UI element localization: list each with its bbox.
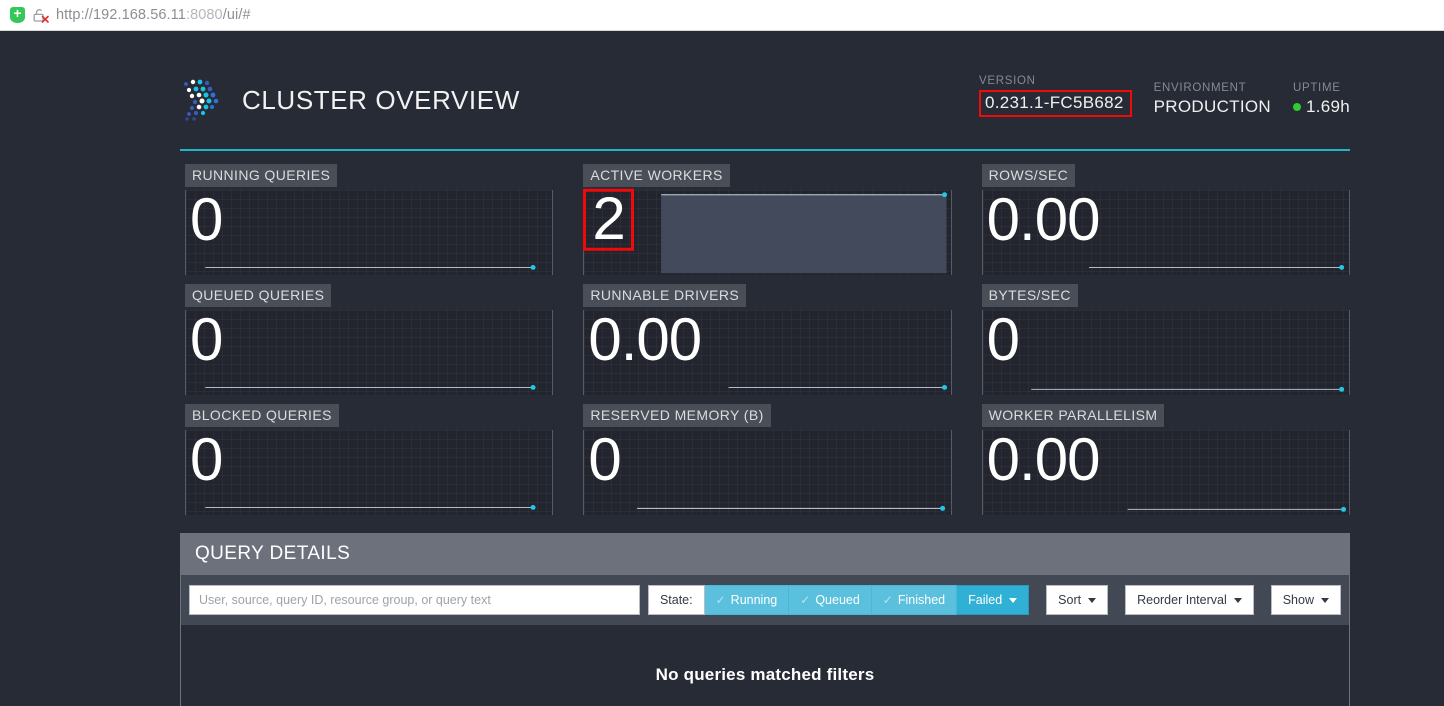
query-details-toolbar: State: ✓ Running ✓ Queued ✓ Finished Fa bbox=[181, 575, 1349, 625]
metric-card-blocked-queries: BLOCKED QUERIES 0 bbox=[180, 401, 554, 521]
state-filter-queued[interactable]: ✓ Queued bbox=[789, 585, 872, 615]
metric-chart-area bbox=[583, 430, 952, 515]
state-filter-failed-label: Failed bbox=[968, 593, 1003, 607]
sparkline-active-workers bbox=[584, 190, 951, 275]
url-port: :8080 bbox=[185, 7, 223, 23]
metric-value: 0 bbox=[190, 425, 223, 493]
metric-value: 0 bbox=[588, 425, 621, 493]
chevron-down-icon bbox=[1321, 598, 1329, 603]
state-filter-group: State: ✓ Running ✓ Queued ✓ Finished Fai… bbox=[647, 585, 1030, 615]
metric-label: WORKER PARALLELISM bbox=[981, 404, 1165, 427]
metric-value: 0 bbox=[190, 305, 223, 373]
content-container: CLUSTER OVERVIEW VERSION 0.231.1-FC5B682… bbox=[180, 31, 1350, 706]
show-dropdown-label: Show bbox=[1282, 593, 1314, 607]
sparkline-blocked-queries bbox=[186, 430, 553, 515]
metric-chart-area bbox=[981, 310, 1350, 395]
reorder-interval-dropdown[interactable]: Reorder Interval bbox=[1125, 585, 1254, 615]
metric-label: RUNNABLE DRIVERS bbox=[583, 284, 747, 307]
state-filter-running-label: Running bbox=[730, 593, 778, 607]
sparkline-bytes-sec bbox=[982, 310, 1349, 395]
shield-plus-icon[interactable] bbox=[10, 5, 25, 23]
metrics-grid: RUNNING QUERIES 0 ACTIVE WORKERS 2 ROWS/… bbox=[180, 151, 1350, 521]
url-text[interactable]: http://192.168.56.11:8080/ui/# bbox=[56, 7, 251, 23]
chevron-down-icon bbox=[1009, 598, 1018, 603]
browser-url-bar: http://192.168.56.11:8080/ui/# bbox=[0, 0, 1444, 31]
metric-card-runnable-drivers: RUNNABLE DRIVERS 0.00 bbox=[578, 281, 952, 401]
metric-label: BYTES/SEC bbox=[981, 284, 1078, 307]
url-scheme-host: http://192.168.56.11 bbox=[56, 7, 186, 23]
sort-dropdown-label: Sort bbox=[1058, 593, 1082, 607]
reorder-interval-dropdown-label: Reorder Interval bbox=[1137, 593, 1227, 607]
metric-label: BLOCKED QUERIES bbox=[185, 404, 339, 427]
stat-version-label: VERSION bbox=[978, 75, 1036, 87]
presto-cluster-overview-page: CLUSTER OVERVIEW VERSION 0.231.1-FC5B682… bbox=[0, 31, 1444, 706]
metric-card-rows-sec: ROWS/SEC 0.00 bbox=[977, 161, 1350, 281]
show-dropdown[interactable]: Show bbox=[1270, 585, 1341, 615]
check-icon: ✓ bbox=[715, 593, 726, 607]
page-header: CLUSTER OVERVIEW VERSION 0.231.1-FC5B682… bbox=[180, 31, 1350, 151]
sort-dropdown[interactable]: Sort bbox=[1046, 585, 1109, 615]
stat-uptime: UPTIME 1.69h bbox=[1292, 82, 1350, 117]
metric-card-running-queries: RUNNING QUERIES 0 bbox=[180, 161, 554, 281]
metric-card-active-workers: ACTIVE WORKERS 2 bbox=[578, 161, 952, 281]
query-details-panel: QUERY DETAILS State: ✓ Running ✓ Queued … bbox=[180, 533, 1350, 706]
stat-version-value-wrap: 0.231.1-FC5B682 bbox=[978, 90, 1132, 117]
metric-chart-area bbox=[185, 190, 554, 275]
broken-lock-icon[interactable] bbox=[32, 7, 49, 24]
metric-chart-area bbox=[185, 430, 554, 515]
header-stats: VERSION 0.231.1-FC5B682 ENVIRONMENT PROD… bbox=[978, 75, 1350, 125]
metric-card-bytes-sec: BYTES/SEC 0 bbox=[977, 281, 1350, 401]
stat-uptime-value: 1.69h bbox=[1305, 97, 1350, 116]
search-input[interactable] bbox=[189, 585, 640, 615]
query-details-header: QUERY DETAILS bbox=[181, 534, 1349, 575]
presto-dots-logo bbox=[184, 79, 219, 121]
check-icon: ✓ bbox=[800, 593, 811, 607]
query-details-title: QUERY DETAILS bbox=[195, 543, 351, 564]
metric-value: 0 bbox=[190, 185, 223, 253]
state-filter-queued-label: Queued bbox=[815, 593, 860, 607]
state-filter-failed-dropdown[interactable]: Failed bbox=[957, 585, 1030, 615]
chevron-down-icon bbox=[1088, 598, 1097, 603]
stat-environment-label: ENVIRONMENT bbox=[1153, 82, 1247, 94]
stat-uptime-value-wrap: 1.69h bbox=[1292, 97, 1350, 117]
metric-label: QUEUED QUERIES bbox=[185, 284, 332, 307]
metric-label: ACTIVE WORKERS bbox=[583, 164, 730, 187]
status-dot-icon bbox=[1292, 102, 1301, 111]
metric-card-reserved-memory: RESERVED MEMORY (B) 0 bbox=[578, 401, 952, 521]
metric-label: RUNNING QUERIES bbox=[185, 164, 338, 187]
metric-card-worker-parallelism: WORKER PARALLELISM 0.00 bbox=[977, 401, 1350, 521]
chevron-down-icon bbox=[1233, 598, 1242, 603]
stat-environment: ENVIRONMENT PRODUCTION bbox=[1154, 82, 1271, 117]
page-title: CLUSTER OVERVIEW bbox=[242, 84, 520, 115]
metric-value: 0.00 bbox=[986, 425, 1101, 493]
metric-value: 0.00 bbox=[588, 305, 702, 373]
empty-state-message: No queries matched filters bbox=[655, 665, 875, 684]
metric-value: 0 bbox=[986, 305, 1020, 373]
sparkline-queued-queries bbox=[186, 310, 553, 395]
state-filter-running[interactable]: ✓ Running bbox=[704, 585, 790, 615]
metric-value: 0.00 bbox=[986, 185, 1101, 253]
metric-value: 2 bbox=[583, 188, 634, 251]
metric-label: RESERVED MEMORY (B) bbox=[583, 404, 771, 427]
header-brand: CLUSTER OVERVIEW bbox=[180, 77, 520, 123]
check-icon: ✓ bbox=[882, 593, 893, 607]
state-filter-finished[interactable]: ✓ Finished bbox=[871, 585, 958, 615]
metric-label: ROWS/SEC bbox=[981, 164, 1076, 187]
stat-environment-value: PRODUCTION bbox=[1153, 97, 1271, 116]
metric-card-queued-queries: QUEUED QUERIES 0 bbox=[180, 281, 554, 401]
url-path: /ui/# bbox=[222, 7, 251, 23]
stat-uptime-label: UPTIME bbox=[1292, 82, 1341, 94]
sparkline-running-queries bbox=[186, 190, 553, 275]
metric-chart-area bbox=[583, 190, 952, 275]
sparkline-reserved-memory bbox=[584, 430, 951, 515]
state-filter-finished-label: Finished bbox=[897, 593, 946, 607]
metric-chart-area bbox=[185, 310, 554, 395]
state-filter-label: State: bbox=[647, 585, 705, 615]
stat-version-value: 0.231.1-FC5B682 bbox=[978, 90, 1132, 117]
stat-version: VERSION 0.231.1-FC5B682 bbox=[978, 75, 1132, 117]
